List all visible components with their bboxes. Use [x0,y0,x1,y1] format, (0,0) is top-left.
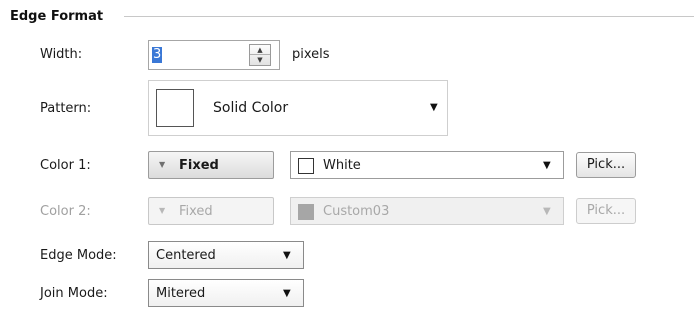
edge-mode-label: Edge Mode: [40,248,117,263]
spin-up-icon[interactable]: ▲ [250,45,270,55]
group-divider [124,16,694,17]
pattern-value: Solid Color [213,100,289,116]
chevron-down-icon: ▼ [283,250,291,261]
color1-combo[interactable]: White ▼ [290,151,564,179]
chevron-down-icon: ▼ [543,160,551,171]
dropdown-triangle-icon: ▼ [159,160,166,169]
join-mode-select[interactable]: Mitered ▼ [148,279,304,307]
spin-buttons[interactable]: ▲ ▼ [249,44,271,66]
color1-swatch [298,158,314,174]
color2-mode-button[interactable]: ▼ Fixed [148,197,274,225]
width-unit-label: pixels [292,47,330,62]
color2-pick-button[interactable]: Pick... [576,198,636,224]
color2-mode-label: Fixed [179,204,213,219]
color1-label: Color 1: [40,158,91,173]
join-mode-label: Join Mode: [40,286,108,301]
chevron-down-icon: ▼ [283,288,291,299]
color1-value: White [323,158,361,173]
join-mode-value: Mitered [156,286,206,301]
dropdown-triangle-icon: ▼ [159,206,166,215]
group-title: Edge Format [10,9,104,24]
color1-pick-button[interactable]: Pick... [576,152,636,178]
color2-label: Color 2: [40,204,91,219]
width-label: Width: [40,47,83,62]
color2-swatch [298,204,314,220]
width-spinner[interactable]: 3 ▲ ▼ [148,40,280,70]
spin-down-icon[interactable]: ▼ [250,55,270,65]
color2-combo[interactable]: Custom03 ▼ [290,197,564,225]
width-value[interactable]: 3 [152,47,163,63]
color1-mode-button[interactable]: ▼ Fixed [148,151,274,179]
color1-mode-label: Fixed [179,158,219,173]
edge-mode-select[interactable]: Centered ▼ [148,241,304,269]
pattern-dropdown[interactable]: Solid Color ▼ [148,80,448,136]
chevron-down-icon: ▼ [430,102,438,113]
edge-mode-value: Centered [156,248,216,263]
pattern-swatch [156,89,194,127]
color2-value: Custom03 [323,204,390,219]
pattern-label: Pattern: [40,101,92,116]
chevron-down-icon: ▼ [543,206,551,217]
